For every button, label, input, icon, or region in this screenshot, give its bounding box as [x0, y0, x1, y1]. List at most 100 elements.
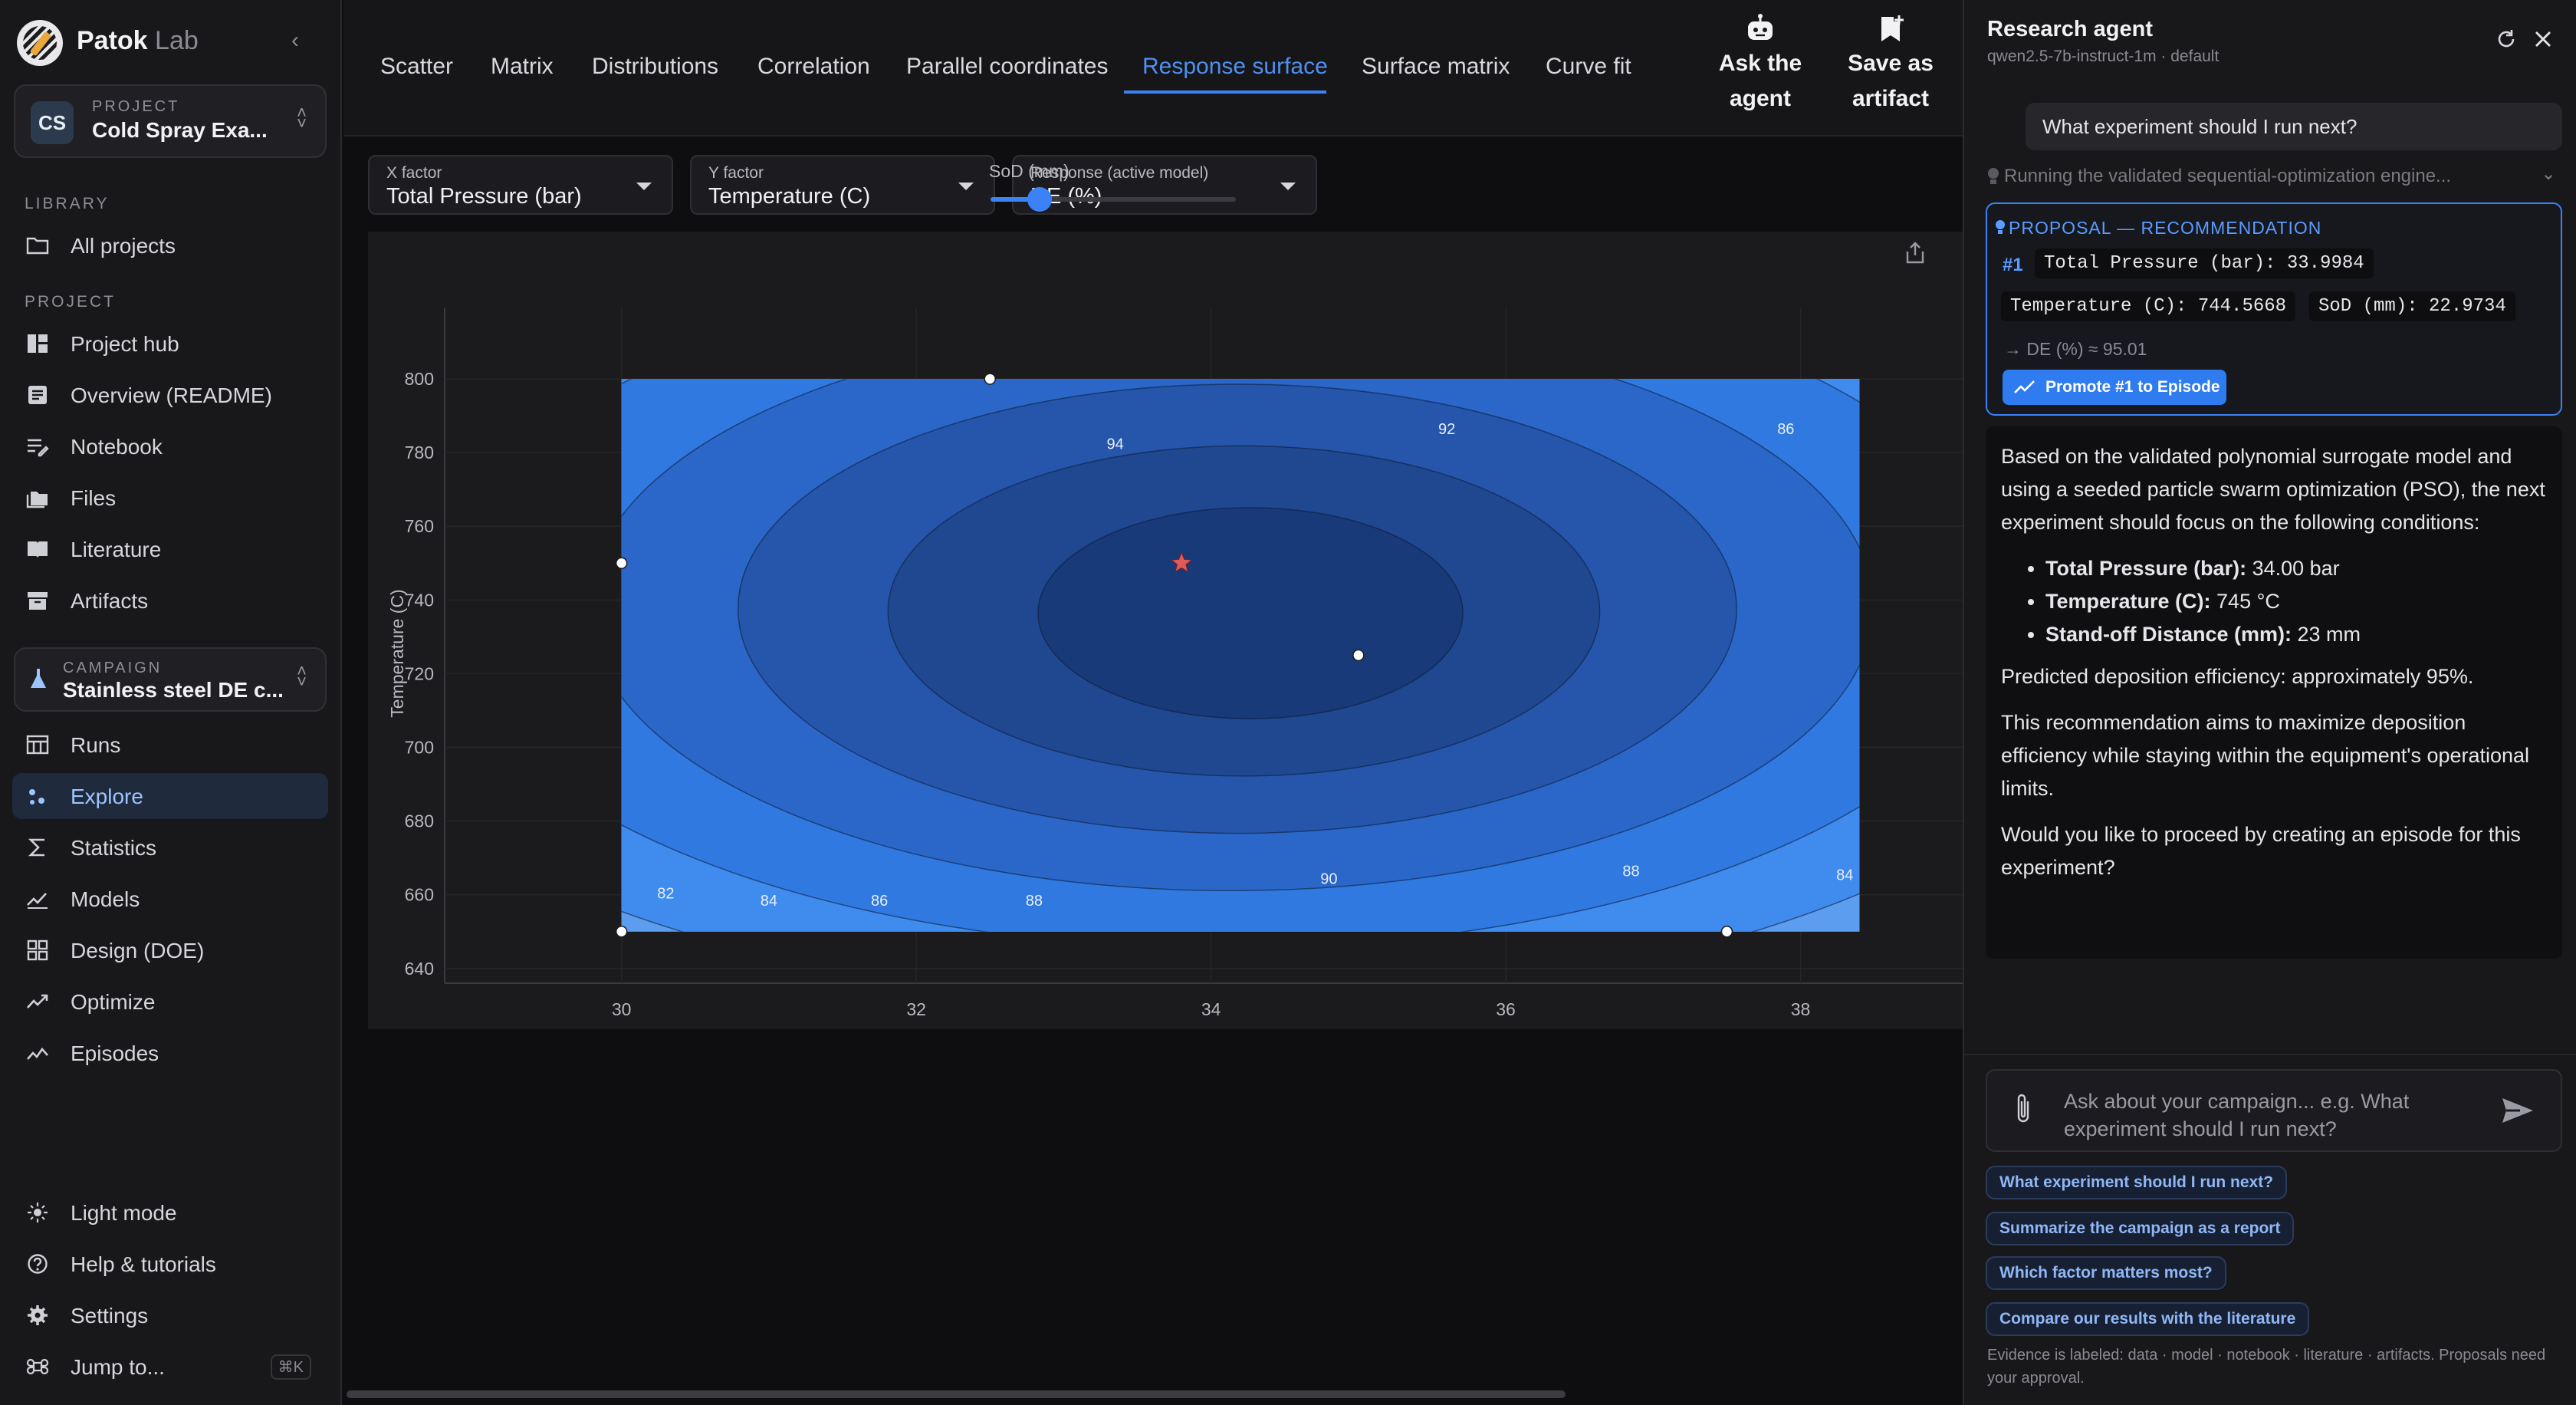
contour-label: 92	[1438, 421, 1455, 438]
sidebar-item-artifacts[interactable]: Artifacts	[12, 577, 328, 624]
sidebar-item-notebook[interactable]: Notebook	[12, 423, 328, 469]
y-tick-label: 700	[405, 738, 434, 758]
document-icon	[28, 386, 47, 404]
book-icon	[28, 541, 48, 558]
sidebar-item-label: Models	[71, 887, 140, 911]
files-icon	[26, 492, 48, 508]
jump-to-button[interactable]: Jump to... ⌘K	[12, 1344, 328, 1390]
list-item: Stand-off Distance (mm): 23 mm	[2045, 618, 2547, 651]
sidebar-item-models[interactable]: Models	[12, 876, 328, 922]
observed-point	[1720, 925, 1733, 938]
sidebar-item-episodes[interactable]: Episodes	[12, 1030, 328, 1076]
project-switcher[interactable]: CS PROJECT Cold Spray Exa... ˄ ˅	[14, 84, 327, 158]
sun-icon	[28, 1203, 48, 1222]
save-artifact-button[interactable]: Save as artifact	[1828, 14, 1953, 117]
dropdown-caret-icon	[1280, 183, 1296, 190]
proposal-pressure-chip: Total Pressure (bar): 33.9984	[2035, 248, 2374, 278]
y-tick-label: 680	[405, 811, 434, 831]
reset-icon[interactable]	[2495, 28, 2518, 51]
suggestion-chip[interactable]: Summarize the campaign as a report	[1986, 1212, 2295, 1245]
research-agent-panel: Research agent qwen2.5-7b-instruct-1m · …	[1963, 0, 2576, 1405]
x-factor-select[interactable]: X factor Total Pressure (bar)	[368, 155, 673, 215]
proposal-temperature-chip: Temperature (C): 744.5668	[2001, 291, 2296, 321]
close-icon[interactable]	[2532, 28, 2555, 51]
sidebar-item-explore[interactable]: Explore	[12, 773, 328, 819]
sidebar-item-literature[interactable]: Literature	[12, 526, 328, 572]
tab-scatter[interactable]: Scatter	[380, 54, 453, 80]
expand-chevron-icon[interactable]: ⌄	[2541, 163, 2556, 185]
sidebar-item-optimize[interactable]: Optimize	[12, 979, 328, 1025]
lightbulb-icon	[1996, 220, 2005, 234]
dashboard-icon	[28, 334, 48, 353]
sidebar-item-label: Optimize	[71, 990, 156, 1014]
sidebar-item-design-doe[interactable]: Design (DOE)	[12, 927, 328, 973]
light-mode-toggle[interactable]: Light mode	[12, 1189, 328, 1236]
horizontal-scrollbar[interactable]	[347, 1390, 1566, 1398]
lightbulb-icon	[1988, 168, 1999, 184]
surface-controls: X factor Total Pressure (bar) Y factor T…	[343, 137, 1963, 229]
contour-label: 86	[1777, 421, 1794, 438]
project-avatar: CS	[31, 101, 74, 144]
archive-icon	[28, 592, 48, 610]
tab-parallel-coordinates[interactable]: Parallel coordinates	[906, 54, 1108, 80]
user-message: What experiment should I run next?	[2026, 103, 2562, 150]
ask-agent-button[interactable]: Ask the agent	[1691, 14, 1829, 117]
sidebar-item-overview[interactable]: Overview (README)	[12, 372, 328, 418]
tab-correlation[interactable]: Correlation	[757, 54, 870, 80]
sidebar-item-all-projects[interactable]: All projects	[12, 222, 328, 268]
project-section-label: PROJECT	[25, 293, 117, 311]
sidebar-item-label: Help & tutorials	[71, 1252, 216, 1276]
suggestion-chip[interactable]: What experiment should I run next?	[1986, 1166, 2288, 1199]
tab-matrix[interactable]: Matrix	[491, 54, 554, 80]
send-icon[interactable]	[2499, 1095, 2536, 1126]
response-surface-chart[interactable]: 94 92 86 90 88 84 82 84 86 88 640 660 680 700 720 740 7…	[368, 232, 1963, 1029]
project-kicker: PROJECT	[92, 98, 180, 115]
tab-response-surface[interactable]: Response surface	[1142, 54, 1328, 80]
sod-slider-thumb[interactable]	[1027, 187, 1052, 212]
folder-icon	[26, 237, 49, 255]
y-factor-caption: Y factor	[708, 164, 764, 182]
dropdown-caret-icon	[958, 183, 974, 190]
condition-label: Temperature (C):	[2045, 590, 2211, 613]
sidebar-item-project-hub[interactable]: Project hub	[12, 321, 328, 367]
sidebar-item-label: Settings	[71, 1304, 149, 1328]
answer-intro: Based on the validated polynomial surrog…	[2001, 445, 2545, 534]
sidebar-item-label: Overview (README)	[71, 383, 272, 407]
agent-input[interactable]: Ask about your campaign... e.g. What exp…	[1986, 1069, 2562, 1152]
tab-surface-matrix[interactable]: Surface matrix	[1362, 54, 1510, 80]
tab-curve-fit[interactable]: Curve fit	[1546, 54, 1631, 80]
campaign-switcher[interactable]: CAMPAIGN Stainless steel DE c... ˄ ˅	[14, 647, 327, 712]
y-tick-label: 720	[405, 663, 434, 683]
sidebar-item-files[interactable]: Files	[12, 475, 328, 521]
attach-icon[interactable]	[2013, 1092, 2033, 1126]
contour-level-94	[1037, 507, 1464, 719]
answer-conditions-list: Total Pressure (bar): 34.00 bar Temperat…	[2045, 552, 2547, 651]
y-tick-label: 660	[405, 885, 434, 905]
sidebar-item-statistics[interactable]: Statistics	[12, 824, 328, 870]
save-artifact-line1: Save as	[1848, 51, 1934, 76]
collapse-sidebar-icon[interactable]: ‹	[291, 28, 299, 54]
observed-point	[1352, 649, 1365, 662]
sidebar-item-runs[interactable]: Runs	[12, 722, 328, 768]
proposal-card: PROPOSAL — RECOMMENDATION #1 Total Press…	[1986, 202, 2562, 416]
contour-label: 86	[871, 893, 888, 910]
ask-agent-line2: agent	[1729, 86, 1791, 111]
tab-distributions[interactable]: Distributions	[592, 54, 718, 80]
sidebar-item-label: Notebook	[71, 435, 163, 459]
condition-value: 745 °C	[2210, 590, 2280, 613]
suggestion-chip[interactable]: Which factor matters most?	[1986, 1256, 2226, 1290]
trend-up-icon	[2014, 380, 2035, 393]
evidence-footnote: Evidence is labeled: data · model · note…	[1987, 1347, 2546, 1387]
settings-link[interactable]: Settings	[12, 1292, 328, 1338]
jump-to-shortcut: ⌘K	[270, 1354, 311, 1380]
y-factor-select[interactable]: Y factor Temperature (C)	[690, 155, 995, 215]
answer-question: Would you like to proceed by creating an…	[2001, 823, 2521, 879]
help-tutorials-link[interactable]: Help & tutorials	[12, 1241, 328, 1287]
suggestion-chip[interactable]: Compare our results with the literature	[1986, 1302, 2310, 1336]
sidebar-item-label: Explore	[71, 785, 143, 808]
proposal-header: PROPOSAL — RECOMMENDATION	[2009, 218, 2322, 238]
condition-value: 34.00 bar	[2246, 557, 2340, 580]
sidebar-item-label: All projects	[71, 234, 176, 258]
agent-title: Research agent	[1987, 17, 2153, 41]
promote-episode-button[interactable]: Promote #1 to Episode	[2003, 370, 2226, 405]
